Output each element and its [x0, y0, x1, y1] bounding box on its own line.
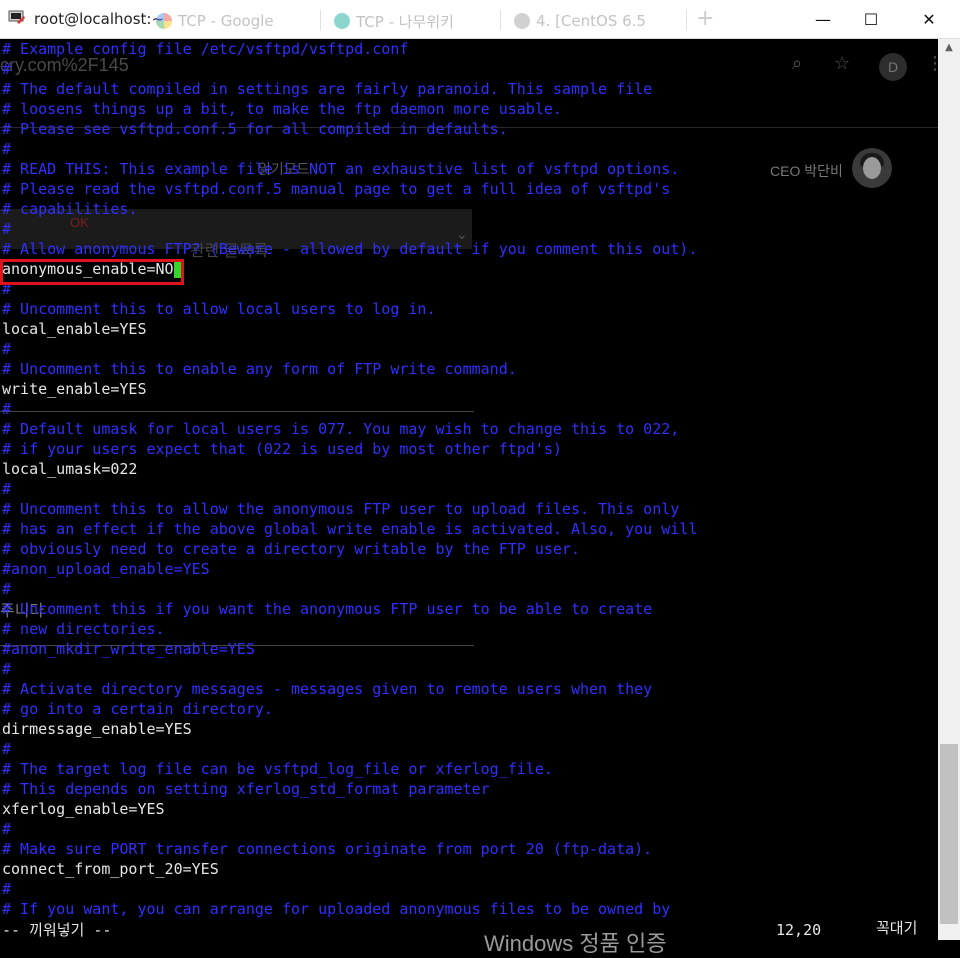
cursor-position: 12,20	[776, 921, 822, 939]
namuwiki-icon	[334, 13, 350, 29]
comment-line: # Uncomment this to allow local users to…	[2, 300, 436, 318]
maximize-button[interactable]: ☐	[848, 0, 894, 38]
comment-line: #anon_mkdir_write_enable=YES	[2, 640, 255, 658]
close-button[interactable]: ✕	[906, 0, 952, 38]
comment-line: #	[2, 400, 12, 418]
comment-line: # Uncomment this if you want the anonymo…	[2, 600, 653, 618]
tab-google[interactable]: TCP - Google	[156, 6, 274, 36]
comment-line: # capabilities.	[2, 200, 138, 218]
tab-label: TCP - 나무위키	[356, 12, 454, 31]
comment-line: # if your users expect that (022 is used…	[2, 440, 562, 458]
scrollbar[interactable]: ▲	[938, 39, 960, 940]
highlight-box	[0, 259, 184, 285]
comment-line: #	[2, 140, 12, 158]
comment-line: #	[2, 820, 12, 838]
tab-divider	[686, 10, 687, 30]
config-line: local_enable=YES	[2, 320, 147, 338]
scroll-position: 꼭대기	[876, 919, 918, 937]
search-icon: ⌕	[792, 53, 803, 74]
comment-line: # new directories.	[2, 620, 165, 638]
avatar	[852, 148, 892, 188]
comment-line: # READ THIS: This example file is NOT an…	[2, 160, 680, 178]
google-icon	[156, 13, 172, 29]
kebab-menu-icon: ⋮	[926, 53, 938, 74]
avatar-face	[863, 157, 881, 179]
terminal-window: root@localhost:~ TCP - Google TCP - 나무위키…	[0, 0, 960, 956]
comment-line: # loosens things up a bit, to make the f…	[2, 100, 562, 118]
comment-line: # Uncomment this to allow the anonymous …	[2, 500, 680, 518]
comment-line: # The default compiled in settings are f…	[2, 80, 653, 98]
globe-icon	[514, 13, 530, 29]
comment-line: # has an effect if the above global writ…	[2, 520, 698, 538]
putty-icon	[8, 10, 25, 24]
tab-label: TCP - Google	[178, 12, 274, 30]
config-line: xferlog_enable=YES	[2, 800, 165, 818]
comment-line: # Default umask for local users is 077. …	[2, 420, 680, 438]
window-title: root@localhost:~	[34, 10, 165, 28]
comment-line: #	[2, 580, 12, 598]
ghost-user-name: CEO 박단비	[770, 163, 843, 179]
new-tab-button[interactable]: +	[696, 6, 714, 31]
comment-line: # Example config file /etc/vsftpd/vsftpd…	[2, 40, 409, 58]
scroll-thumb[interactable]	[940, 744, 958, 924]
comment-line: # Make sure PORT transfer connections or…	[2, 840, 653, 858]
star-icon: ☆	[834, 53, 851, 74]
comment-line: #	[2, 340, 12, 358]
tab-namuwiki[interactable]: TCP - 나무위키	[334, 6, 454, 36]
windows-activation-watermark: Windows 정품 인증	[484, 931, 667, 956]
comment-line: # obviously need to create a directory w…	[2, 540, 580, 558]
config-line: local_umask=022	[2, 460, 138, 478]
config-line: dirmessage_enable=YES	[2, 720, 192, 738]
comment-line: # If you want, you can arrange for uploa…	[2, 900, 671, 918]
vim-mode-indicator: -- 끼워넣기 --	[2, 921, 112, 939]
comment-line: #	[2, 740, 12, 758]
scroll-up-arrow-icon[interactable]: ▲	[938, 39, 960, 57]
comment-line: # go into a certain directory.	[2, 700, 273, 718]
comment-line: #anon_upload_enable=YES	[2, 560, 210, 578]
comment-line: # Please read the vsftpd.conf.5 manual p…	[2, 180, 671, 198]
comment-line: #	[2, 880, 12, 898]
comment-line: #	[2, 220, 12, 238]
comment-line: #	[2, 480, 12, 498]
config-line: connect_from_port_20=YES	[2, 860, 219, 878]
tab-centos[interactable]: 4. [CentOS 6.5	[514, 6, 646, 36]
profile-initial: D	[879, 53, 907, 81]
comment-line: # Allow anonymous FTP? (Beware - allowed…	[2, 240, 698, 258]
ghost-divider	[0, 411, 474, 412]
config-line: write_enable=YES	[2, 380, 147, 398]
comment-line: # Activate directory messages - messages…	[2, 680, 653, 698]
tab-divider	[500, 10, 501, 30]
comment-line: # This depends on setting xferlog_std_fo…	[2, 780, 490, 798]
comment-line: # The target log file can be vsftpd_log_…	[2, 760, 553, 778]
comment-line: # Please see vsftpd.conf.5 for all compi…	[2, 120, 508, 138]
tab-label: 4. [CentOS 6.5	[536, 12, 646, 30]
title-bar: root@localhost:~ TCP - Google TCP - 나무위키…	[0, 0, 960, 39]
tab-divider	[320, 10, 321, 30]
comment-line: #	[2, 660, 12, 678]
terminal-area[interactable]: cry.com%2F145 ⌕ ☆ D ⋮ 읽기모드 CEO 박단비 OK 관련…	[0, 39, 938, 940]
minimize-button[interactable]: —	[800, 0, 846, 38]
comment-line: #	[2, 60, 12, 78]
comment-line: # Uncomment this to enable any form of F…	[2, 360, 517, 378]
